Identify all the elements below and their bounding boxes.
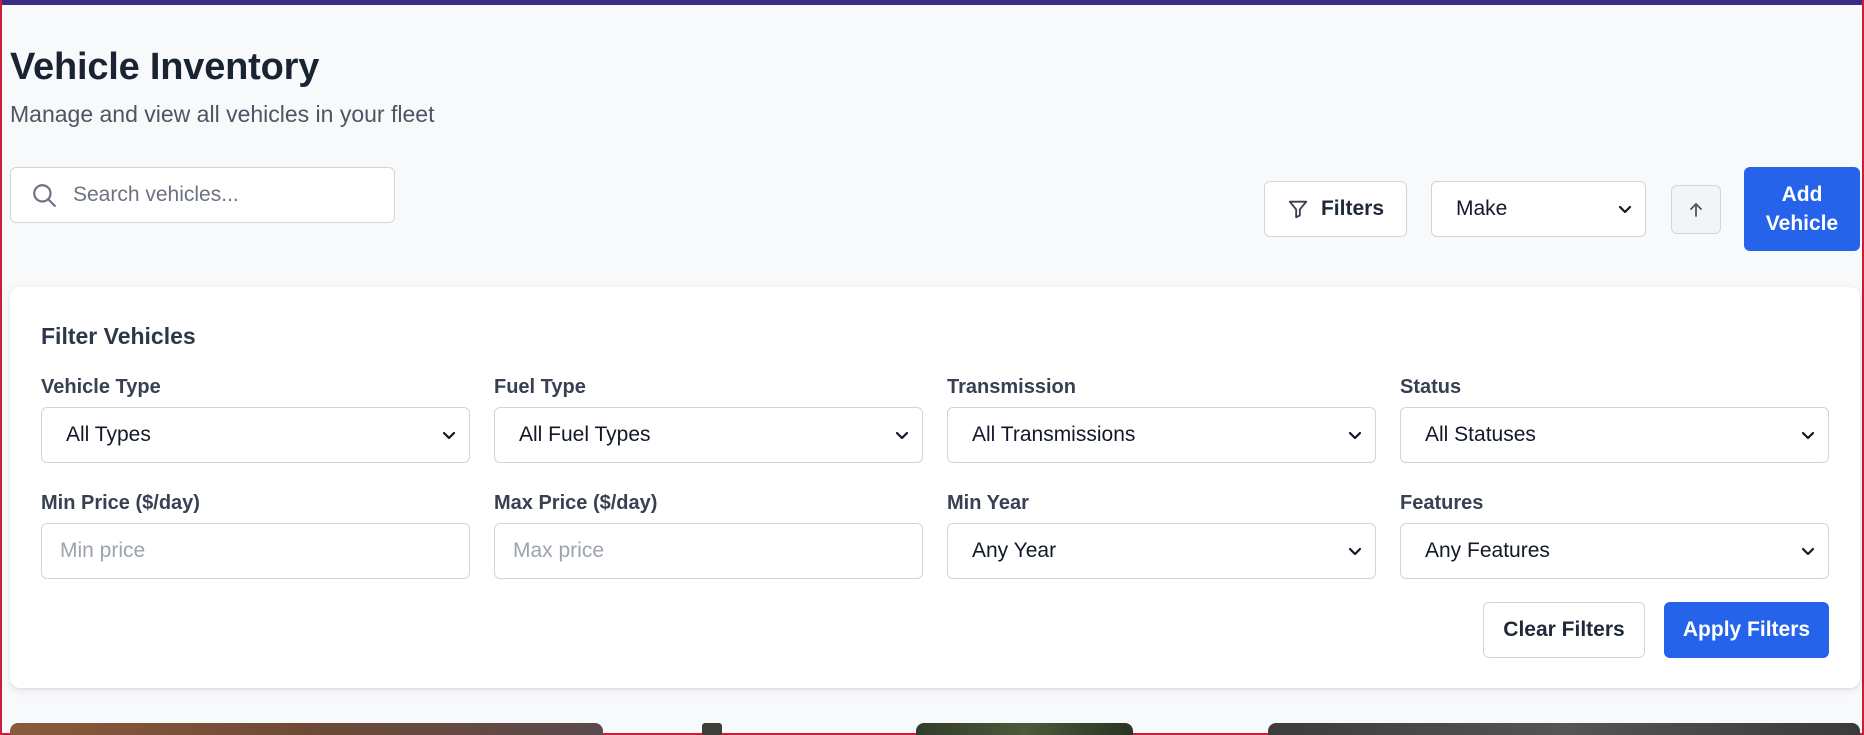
chevron-down-icon (1617, 201, 1633, 217)
vehicle-card-image[interactable] (10, 723, 603, 735)
filters-button[interactable]: Filters (1264, 181, 1407, 237)
vehicle-card-image[interactable] (1268, 723, 1860, 735)
filter-funnel-icon (1287, 198, 1309, 220)
arrow-up-icon (1687, 201, 1705, 219)
apply-filters-button[interactable]: Apply Filters (1664, 602, 1829, 658)
max-price-field[interactable] (494, 523, 923, 579)
features-value: Any Features (1425, 539, 1550, 562)
chevron-down-icon (1347, 427, 1363, 443)
page-title: Vehicle Inventory (10, 46, 320, 88)
add-vehicle-button[interactable]: Add Vehicle (1744, 167, 1860, 251)
sort-by-select[interactable]: Make (1431, 181, 1646, 237)
vehicle-card-image[interactable] (916, 723, 1133, 735)
sort-by-value: Make (1456, 197, 1508, 220)
min-year-select[interactable]: Any Year (947, 523, 1376, 579)
transmission-select[interactable]: All Transmissions (947, 407, 1376, 463)
chevron-down-icon (441, 427, 457, 443)
fuel-type-value: All Fuel Types (519, 423, 651, 446)
status-value: All Statuses (1425, 423, 1536, 446)
top-accent-bar (2, 0, 1862, 5)
transmission-label: Transmission (947, 376, 1076, 398)
sort-direction-button[interactable] (1671, 185, 1721, 234)
min-price-label: Min Price ($/day) (41, 492, 200, 514)
filters-button-label: Filters (1320, 197, 1385, 220)
status-label: Status (1400, 376, 1462, 398)
page-subtitle: Manage and view all vehicles in your fle… (10, 101, 435, 127)
search-icon (31, 182, 57, 208)
vehicle-type-select[interactable]: All Types (41, 407, 470, 463)
chevron-down-icon (1800, 543, 1816, 559)
search-input[interactable] (73, 183, 363, 207)
min-year-label: Min Year (947, 492, 1029, 514)
features-select[interactable]: Any Features (1400, 523, 1829, 579)
vehicle-type-label: Vehicle Type (41, 376, 161, 398)
min-price-field[interactable] (41, 523, 470, 579)
max-price-label: Max Price ($/day) (494, 492, 658, 514)
search-box[interactable] (10, 167, 395, 223)
clear-filters-button[interactable]: Clear Filters (1483, 602, 1645, 658)
transmission-value: All Transmissions (972, 423, 1136, 446)
chevron-down-icon (1347, 543, 1363, 559)
fuel-type-select[interactable]: All Fuel Types (494, 407, 923, 463)
min-year-value: Any Year (972, 539, 1057, 562)
features-label: Features (1400, 492, 1484, 514)
status-select[interactable]: All Statuses (1400, 407, 1829, 463)
fuel-type-label: Fuel Type (494, 376, 586, 398)
vehicle-card-image[interactable] (702, 723, 722, 735)
max-price-input[interactable] (513, 539, 922, 563)
vehicle-type-value: All Types (66, 423, 151, 446)
chevron-down-icon (1800, 427, 1816, 443)
filter-panel: Filter Vehicles Vehicle Type All Types F… (10, 287, 1860, 688)
chevron-down-icon (894, 427, 910, 443)
filter-panel-title: Filter Vehicles (41, 323, 196, 349)
min-price-input[interactable] (60, 539, 469, 563)
